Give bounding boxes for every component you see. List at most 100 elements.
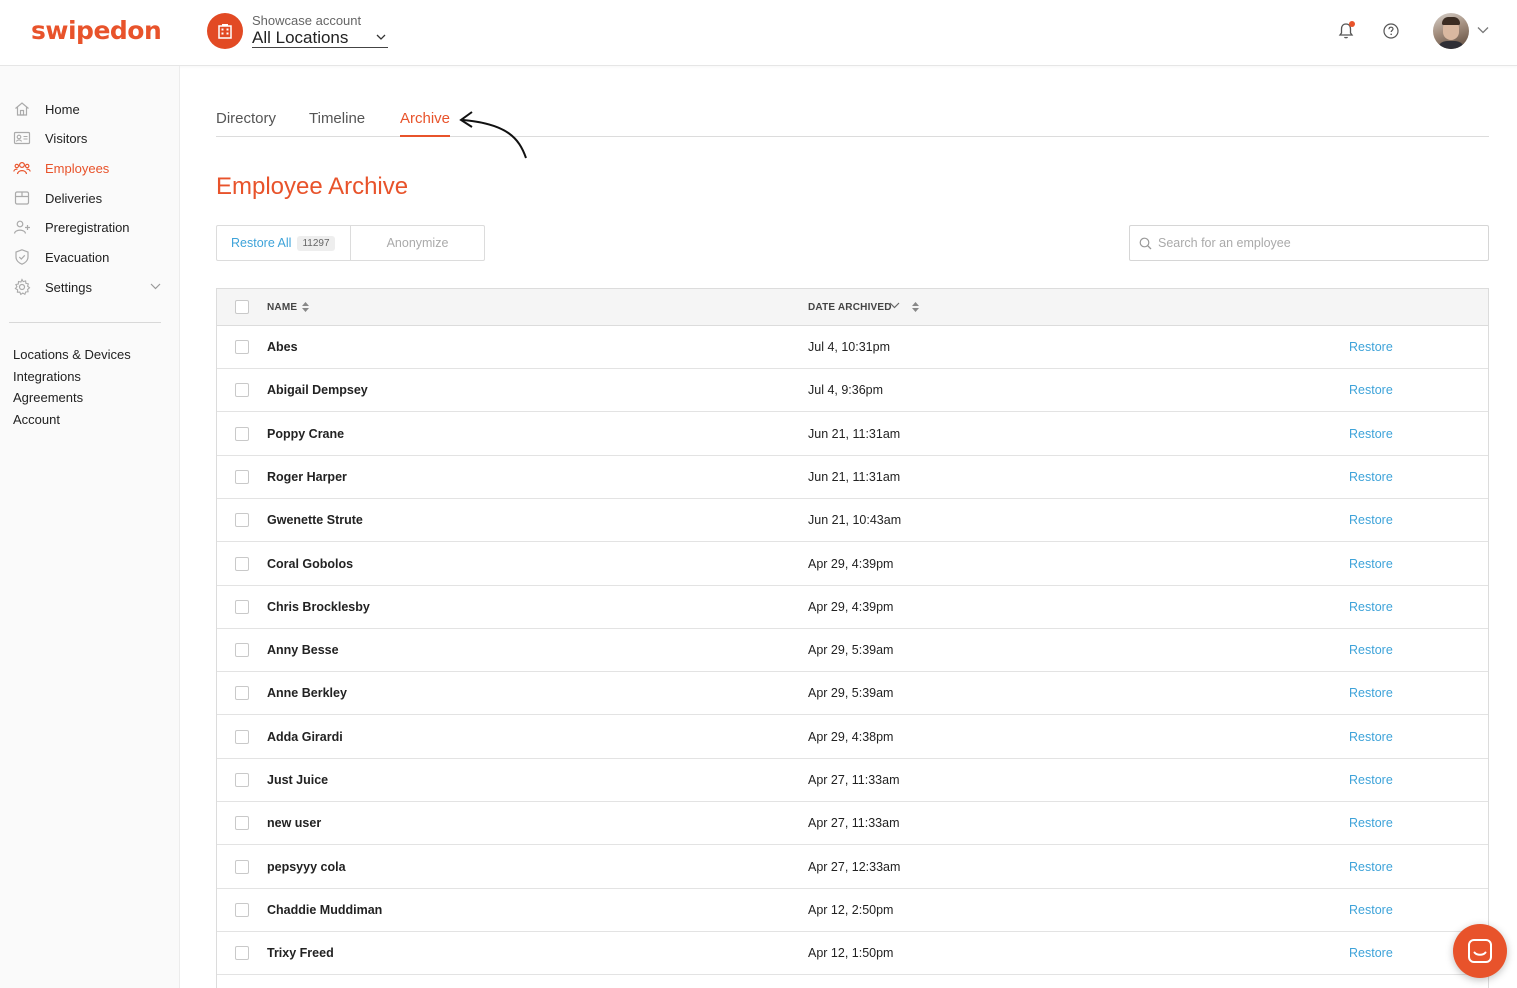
sidebar-item-settings[interactable]: Settings — [0, 274, 179, 300]
select-all-checkbox[interactable] — [235, 300, 249, 314]
table-header: NAME DATE ARCHIVED — [217, 289, 1488, 326]
row-checkbox[interactable] — [235, 643, 249, 658]
sidebar-item-visitors[interactable]: Visitors — [0, 125, 179, 151]
search-icon — [1139, 237, 1152, 250]
tab-archive[interactable]: Archive — [400, 110, 451, 137]
table-row: Chaddie Muddiman Apr 12, 2:50pm Restore — [217, 889, 1488, 932]
tab-timeline[interactable]: Timeline — [309, 110, 365, 137]
sidebar-link-agreements[interactable]: Agreements — [13, 390, 83, 405]
table-row: Anny Besse Apr 29, 5:39am Restore — [217, 629, 1488, 673]
restore-link[interactable]: Restore — [1349, 513, 1393, 527]
date-archived: Apr 29, 4:38pm — [808, 729, 894, 744]
avatar[interactable] — [1433, 13, 1469, 49]
chevron-down-icon — [889, 302, 900, 309]
employee-name: Gwenette Strute — [267, 513, 363, 528]
sidebar-item-evacuation[interactable]: Evacuation — [0, 244, 179, 270]
package-icon — [14, 191, 30, 205]
table-row: Coral Gobolos Apr 29, 4:39pm Restore — [217, 543, 1488, 586]
restore-link[interactable]: Restore — [1349, 643, 1393, 657]
row-checkbox[interactable] — [235, 686, 249, 701]
sidebar-item-label: Employees — [45, 161, 110, 176]
date-archived: Apr 12, 1:50pm — [808, 946, 894, 961]
restore-all-button[interactable]: Restore All 11297 — [217, 226, 351, 260]
row-checkbox[interactable] — [235, 859, 249, 874]
sidebar-link-account[interactable]: Account — [13, 412, 60, 427]
sort-icon — [912, 302, 919, 312]
sidebar-item-deliveries[interactable]: Deliveries — [0, 185, 179, 211]
gear-icon — [14, 278, 31, 296]
table-row: Anne Berkley Apr 29, 5:39am Restore — [217, 672, 1488, 716]
date-archived: Apr 29, 4:39pm — [808, 556, 894, 571]
tab-directory[interactable]: Directory — [216, 110, 276, 137]
brand-logo[interactable]: swipedon — [31, 16, 162, 45]
sidebar-link-integrations[interactable]: Integrations — [13, 369, 81, 384]
tab-bar: Directory Timeline Archive — [216, 108, 1489, 137]
people-icon — [13, 161, 31, 175]
restore-link[interactable]: Restore — [1349, 730, 1393, 744]
location-select-value: All Locations — [252, 28, 349, 47]
row-checkbox[interactable] — [235, 816, 249, 831]
archive-table: NAME DATE ARCHIVED Abes Jul 4, 10:31pm Res… — [216, 288, 1489, 988]
location-select[interactable]: All Locations — [252, 28, 388, 48]
column-header-name[interactable]: NAME — [267, 302, 309, 313]
sidebar-item-home[interactable]: Home — [0, 96, 179, 122]
restore-link[interactable]: Restore — [1349, 816, 1393, 830]
date-archived: Jun 21, 10:43am — [808, 513, 902, 528]
table-row: Trixy Freed Apr 12, 1:50pm Restore — [217, 932, 1488, 976]
row-checkbox[interactable] — [235, 946, 249, 961]
annotation-arrow-icon — [459, 111, 527, 159]
row-checkbox[interactable] — [235, 556, 249, 571]
sidebar-item-label: Visitors — [45, 131, 88, 146]
restore-link[interactable]: Restore — [1349, 600, 1393, 614]
row-checkbox[interactable] — [235, 729, 249, 744]
search-box — [1129, 225, 1489, 261]
id-card-icon — [13, 131, 31, 145]
row-checkbox[interactable] — [235, 599, 249, 614]
column-header-label: DATE ARCHIVED — [808, 302, 892, 313]
restore-link[interactable]: Restore — [1349, 686, 1393, 700]
employee-name: Chris Brocklesby — [267, 599, 370, 614]
restore-link[interactable]: Restore — [1349, 557, 1393, 571]
employee-name: Trixy Freed — [267, 946, 334, 961]
row-checkbox[interactable] — [235, 902, 249, 917]
table-row: Adda Girardi Apr 29, 4:38pm Restore — [217, 716, 1488, 759]
employee-name: Chaddie Muddiman — [267, 902, 383, 917]
sidebar-item-label: Home — [45, 102, 80, 117]
row-checkbox[interactable] — [235, 383, 249, 398]
row-checkbox[interactable] — [235, 773, 249, 787]
sidebar-link-locations-devices[interactable]: Locations & Devices — [13, 347, 131, 362]
date-archived: Apr 27, 12:33am — [808, 859, 901, 874]
restore-link[interactable]: Restore — [1349, 860, 1393, 874]
restore-link[interactable]: Restore — [1349, 340, 1393, 354]
row-checkbox[interactable] — [235, 469, 249, 484]
restore-link[interactable]: Restore — [1349, 383, 1393, 397]
restore-link[interactable]: Restore — [1349, 470, 1393, 484]
anonymize-button[interactable]: Anonymize — [351, 226, 484, 260]
restore-link[interactable]: Restore — [1349, 427, 1393, 441]
sidebar-item-label: Evacuation — [45, 250, 110, 265]
row-checkbox[interactable] — [235, 340, 249, 354]
column-header-date-archived[interactable]: DATE ARCHIVED — [808, 302, 919, 313]
row-checkbox[interactable] — [235, 426, 249, 441]
chevron-down-icon[interactable] — [1477, 26, 1489, 34]
page-title: Employee Archive — [216, 173, 409, 200]
notification-dot — [1349, 21, 1355, 27]
help-icon[interactable] — [1383, 23, 1399, 39]
table-row: Chris Brocklesby Apr 29, 4:39pm Restore — [217, 586, 1488, 629]
sidebar-item-preregistration[interactable]: Preregistration — [0, 214, 179, 240]
home-icon — [15, 102, 29, 116]
row-checkbox[interactable] — [235, 513, 249, 528]
search-input[interactable] — [1158, 233, 1478, 253]
building-icon[interactable] — [207, 13, 243, 49]
chat-launcher-button[interactable] — [1453, 924, 1507, 978]
column-header-label: NAME — [267, 302, 298, 313]
restore-link[interactable]: Restore — [1349, 946, 1393, 960]
date-archived: Apr 12, 2:50pm — [808, 902, 894, 917]
sidebar-item-label: Deliveries — [45, 191, 103, 206]
table-row: Just Juice Apr 27, 11:33am Restore — [217, 759, 1488, 802]
sidebar-item-label: Settings — [45, 280, 92, 295]
restore-link[interactable]: Restore — [1349, 903, 1393, 917]
chevron-down-icon — [150, 283, 161, 290]
sidebar-item-employees[interactable]: Employees — [0, 155, 179, 181]
restore-link[interactable]: Restore — [1349, 773, 1393, 787]
